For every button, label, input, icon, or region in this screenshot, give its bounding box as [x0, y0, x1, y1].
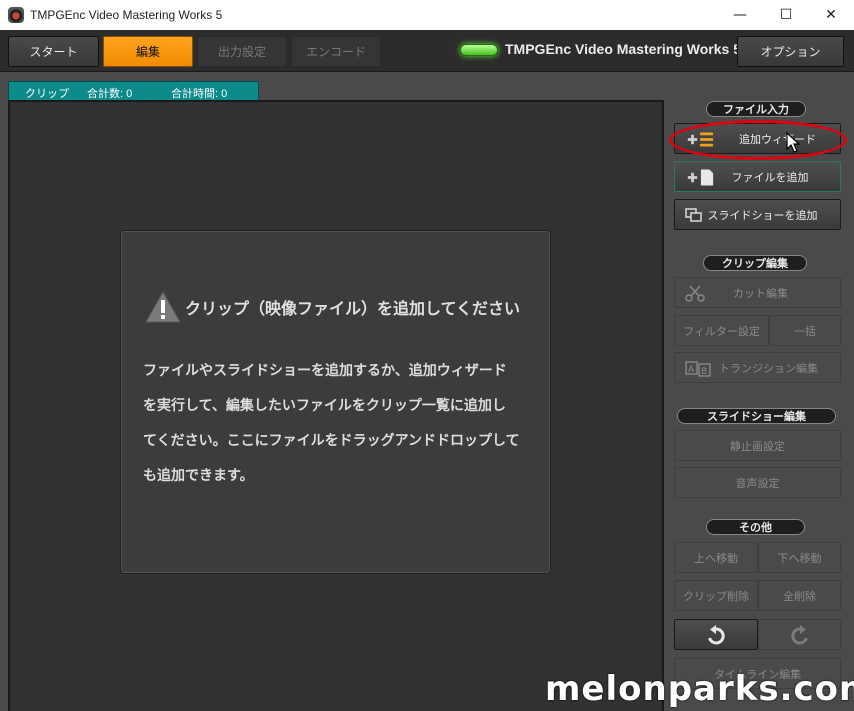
maximize-button[interactable]: ☐ [763, 0, 809, 30]
svg-text:B: B [701, 367, 707, 377]
section-other: その他 [706, 519, 805, 535]
slideshow-icon [685, 207, 715, 224]
add-slideshow-button[interactable]: スライドショーを追加 [674, 199, 841, 230]
batch-button[interactable]: 一括 [769, 315, 841, 346]
section-clip-edit: クリップ編集 [703, 255, 807, 271]
message-line: を実行して、編集したいファイルをクリップ一覧に追加し [143, 398, 506, 414]
add-file-button[interactable]: ファイルを追加 [674, 161, 841, 192]
app-icon [8, 7, 24, 23]
redo-icon [790, 624, 808, 644]
section-slideshow-edit: スライドショー編集 [677, 408, 836, 424]
transition-icon: A B [685, 360, 715, 377]
clip-list-tab[interactable]: クリップ 合計数: 0 合計時間: 0 [8, 81, 259, 100]
message-line: てください。ここにファイルをドラッグアンドドロップして [143, 433, 520, 449]
warning-icon [145, 291, 181, 323]
audio-settings-button[interactable]: 音声設定 [674, 467, 841, 498]
svg-text:A: A [688, 365, 695, 375]
move-down-button[interactable]: 下へ移動 [758, 542, 841, 573]
transition-edit-label: トランジション編集 [719, 361, 818, 375]
filter-settings-button[interactable]: フィルター設定 [674, 315, 769, 346]
move-up-button[interactable]: 上へ移動 [674, 542, 758, 573]
cut-edit-button[interactable]: カット編集 [674, 277, 841, 308]
watermark-text: melonparks.com [545, 669, 854, 709]
undo-icon [708, 624, 725, 644]
brand-label: TMPGEnc Video Mastering Works 5 [505, 41, 741, 57]
options-button[interactable]: オプション [737, 36, 844, 67]
add-file-label: ファイルを追加 [731, 170, 809, 184]
transition-edit-button[interactable]: A B トランジション編集 [674, 352, 841, 383]
still-settings-button[interactable]: 静止画設定 [674, 430, 841, 461]
message-title: クリップ（映像ファイル）を追加してください [185, 299, 521, 318]
window-title: TMPGEnc Video Mastering Works 5 [30, 8, 223, 22]
cut-edit-label: カット編集 [733, 286, 788, 300]
status-led-icon [460, 44, 498, 56]
highlight-ellipse [669, 120, 847, 160]
delete-all-button[interactable]: 全削除 [758, 580, 841, 611]
tab-edit[interactable]: 編集 [103, 36, 193, 67]
section-file-input: ファイル入力 [706, 101, 806, 117]
minimize-button[interactable]: — [717, 0, 763, 30]
tab-output-settings[interactable]: 出力設定 [197, 36, 287, 67]
tab-encode[interactable]: エンコード [291, 36, 381, 67]
close-button[interactable]: ✕ [808, 0, 854, 30]
empty-message-box: クリップ（映像ファイル）を追加してください ファイルやスライドショーを追加するか… [120, 230, 551, 574]
clip-total-count: 合計数: 0 [87, 88, 133, 100]
redo-button[interactable] [758, 619, 841, 650]
message-line: ファイルやスライドショーを追加するか、追加ウィザード [143, 363, 507, 379]
title-bar: TMPGEnc Video Mastering Works 5 — ☐ ✕ [0, 0, 854, 30]
tab-start[interactable]: スタート [8, 36, 99, 67]
message-body: ファイルやスライドショーを追加するか、追加ウィザード を実行して、編集したいファ… [143, 354, 538, 494]
message-line: も追加できます。 [143, 468, 254, 484]
clip-tab-label: クリップ [25, 88, 69, 100]
message-header: クリップ（映像ファイル）を追加してください [145, 291, 520, 323]
clip-total-time: 合計時間: 0 [171, 88, 228, 100]
undo-button[interactable] [674, 619, 758, 650]
add-file-icon [685, 169, 715, 186]
main-toolbar: スタート 編集 出力設定 エンコード TMPGEnc Video Masteri… [0, 30, 854, 72]
mouse-cursor-icon [786, 132, 800, 153]
clip-delete-button[interactable]: クリップ削除 [674, 580, 758, 611]
add-slideshow-label: スライドショーを追加 [707, 208, 818, 222]
scissors-icon [685, 285, 715, 302]
